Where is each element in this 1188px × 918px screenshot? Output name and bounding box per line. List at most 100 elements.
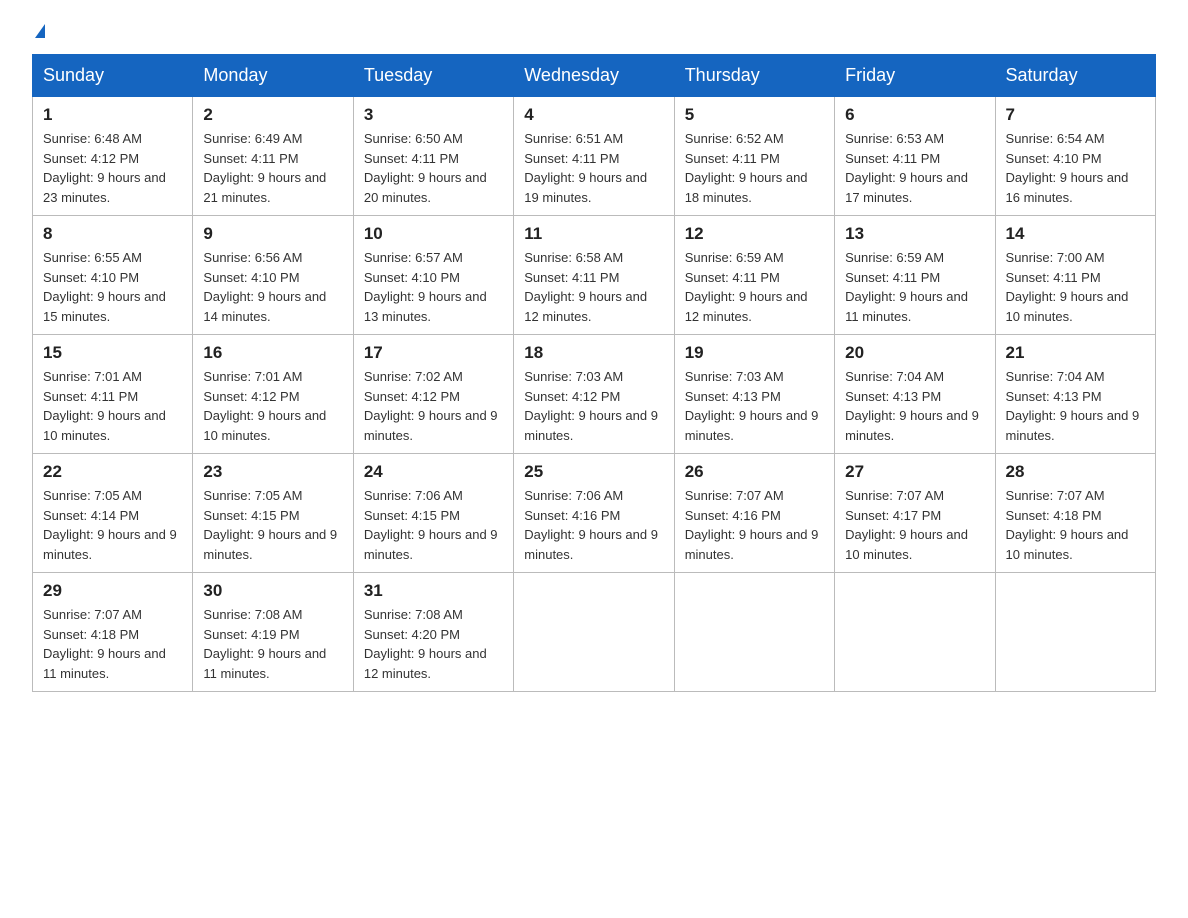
calendar-cell: 1 Sunrise: 6:48 AMSunset: 4:12 PMDayligh… [33,97,193,216]
calendar-cell: 25 Sunrise: 7:06 AMSunset: 4:16 PMDaylig… [514,454,674,573]
day-info: Sunrise: 7:07 AMSunset: 4:16 PMDaylight:… [685,486,824,564]
day-info: Sunrise: 7:04 AMSunset: 4:13 PMDaylight:… [845,367,984,445]
day-info: Sunrise: 6:52 AMSunset: 4:11 PMDaylight:… [685,129,824,207]
logo [32,24,45,38]
calendar-cell: 27 Sunrise: 7:07 AMSunset: 4:17 PMDaylig… [835,454,995,573]
calendar-cell: 4 Sunrise: 6:51 AMSunset: 4:11 PMDayligh… [514,97,674,216]
page-header [32,24,1156,38]
calendar-cell: 7 Sunrise: 6:54 AMSunset: 4:10 PMDayligh… [995,97,1155,216]
day-number: 14 [1006,224,1145,244]
calendar-cell: 28 Sunrise: 7:07 AMSunset: 4:18 PMDaylig… [995,454,1155,573]
calendar-cell: 23 Sunrise: 7:05 AMSunset: 4:15 PMDaylig… [193,454,353,573]
day-info: Sunrise: 6:51 AMSunset: 4:11 PMDaylight:… [524,129,663,207]
day-info: Sunrise: 7:08 AMSunset: 4:19 PMDaylight:… [203,605,342,683]
day-info: Sunrise: 6:55 AMSunset: 4:10 PMDaylight:… [43,248,182,326]
day-info: Sunrise: 6:58 AMSunset: 4:11 PMDaylight:… [524,248,663,326]
day-number: 20 [845,343,984,363]
calendar-header-monday: Monday [193,55,353,97]
logo-triangle-icon [35,24,45,38]
calendar-header-friday: Friday [835,55,995,97]
calendar-cell: 5 Sunrise: 6:52 AMSunset: 4:11 PMDayligh… [674,97,834,216]
day-info: Sunrise: 6:57 AMSunset: 4:10 PMDaylight:… [364,248,503,326]
day-info: Sunrise: 7:06 AMSunset: 4:15 PMDaylight:… [364,486,503,564]
calendar-cell: 16 Sunrise: 7:01 AMSunset: 4:12 PMDaylig… [193,335,353,454]
day-number: 23 [203,462,342,482]
calendar-header-saturday: Saturday [995,55,1155,97]
calendar-cell: 19 Sunrise: 7:03 AMSunset: 4:13 PMDaylig… [674,335,834,454]
day-info: Sunrise: 7:03 AMSunset: 4:12 PMDaylight:… [524,367,663,445]
day-info: Sunrise: 7:01 AMSunset: 4:12 PMDaylight:… [203,367,342,445]
calendar-header-wednesday: Wednesday [514,55,674,97]
calendar-cell [514,573,674,692]
day-number: 24 [364,462,503,482]
day-info: Sunrise: 6:49 AMSunset: 4:11 PMDaylight:… [203,129,342,207]
calendar-cell: 18 Sunrise: 7:03 AMSunset: 4:12 PMDaylig… [514,335,674,454]
calendar-cell: 20 Sunrise: 7:04 AMSunset: 4:13 PMDaylig… [835,335,995,454]
day-number: 26 [685,462,824,482]
calendar-cell: 17 Sunrise: 7:02 AMSunset: 4:12 PMDaylig… [353,335,513,454]
calendar-cell [835,573,995,692]
day-number: 22 [43,462,182,482]
day-info: Sunrise: 6:59 AMSunset: 4:11 PMDaylight:… [685,248,824,326]
calendar-table: SundayMondayTuesdayWednesdayThursdayFrid… [32,54,1156,692]
calendar-cell [674,573,834,692]
day-number: 2 [203,105,342,125]
calendar-header-row: SundayMondayTuesdayWednesdayThursdayFrid… [33,55,1156,97]
calendar-week-1: 1 Sunrise: 6:48 AMSunset: 4:12 PMDayligh… [33,97,1156,216]
day-number: 6 [845,105,984,125]
calendar-cell: 6 Sunrise: 6:53 AMSunset: 4:11 PMDayligh… [835,97,995,216]
calendar-cell: 3 Sunrise: 6:50 AMSunset: 4:11 PMDayligh… [353,97,513,216]
day-number: 7 [1006,105,1145,125]
day-number: 21 [1006,343,1145,363]
day-number: 4 [524,105,663,125]
day-info: Sunrise: 7:07 AMSunset: 4:17 PMDaylight:… [845,486,984,564]
calendar-week-3: 15 Sunrise: 7:01 AMSunset: 4:11 PMDaylig… [33,335,1156,454]
day-info: Sunrise: 7:04 AMSunset: 4:13 PMDaylight:… [1006,367,1145,445]
day-number: 10 [364,224,503,244]
day-info: Sunrise: 7:07 AMSunset: 4:18 PMDaylight:… [1006,486,1145,564]
day-info: Sunrise: 7:06 AMSunset: 4:16 PMDaylight:… [524,486,663,564]
day-number: 17 [364,343,503,363]
day-info: Sunrise: 7:07 AMSunset: 4:18 PMDaylight:… [43,605,182,683]
calendar-cell: 15 Sunrise: 7:01 AMSunset: 4:11 PMDaylig… [33,335,193,454]
day-number: 1 [43,105,182,125]
day-info: Sunrise: 6:56 AMSunset: 4:10 PMDaylight:… [203,248,342,326]
day-info: Sunrise: 7:08 AMSunset: 4:20 PMDaylight:… [364,605,503,683]
day-info: Sunrise: 7:03 AMSunset: 4:13 PMDaylight:… [685,367,824,445]
day-info: Sunrise: 7:05 AMSunset: 4:15 PMDaylight:… [203,486,342,564]
day-info: Sunrise: 6:59 AMSunset: 4:11 PMDaylight:… [845,248,984,326]
calendar-header-sunday: Sunday [33,55,193,97]
calendar-week-2: 8 Sunrise: 6:55 AMSunset: 4:10 PMDayligh… [33,216,1156,335]
day-info: Sunrise: 7:05 AMSunset: 4:14 PMDaylight:… [43,486,182,564]
day-number: 28 [1006,462,1145,482]
day-number: 16 [203,343,342,363]
day-number: 19 [685,343,824,363]
calendar-cell: 21 Sunrise: 7:04 AMSunset: 4:13 PMDaylig… [995,335,1155,454]
day-number: 30 [203,581,342,601]
day-number: 9 [203,224,342,244]
calendar-cell: 22 Sunrise: 7:05 AMSunset: 4:14 PMDaylig… [33,454,193,573]
calendar-cell: 2 Sunrise: 6:49 AMSunset: 4:11 PMDayligh… [193,97,353,216]
day-number: 8 [43,224,182,244]
calendar-cell: 29 Sunrise: 7:07 AMSunset: 4:18 PMDaylig… [33,573,193,692]
day-number: 18 [524,343,663,363]
day-number: 31 [364,581,503,601]
day-info: Sunrise: 6:54 AMSunset: 4:10 PMDaylight:… [1006,129,1145,207]
calendar-cell: 31 Sunrise: 7:08 AMSunset: 4:20 PMDaylig… [353,573,513,692]
day-number: 11 [524,224,663,244]
calendar-cell: 8 Sunrise: 6:55 AMSunset: 4:10 PMDayligh… [33,216,193,335]
day-number: 5 [685,105,824,125]
calendar-cell: 13 Sunrise: 6:59 AMSunset: 4:11 PMDaylig… [835,216,995,335]
calendar-week-5: 29 Sunrise: 7:07 AMSunset: 4:18 PMDaylig… [33,573,1156,692]
day-info: Sunrise: 7:00 AMSunset: 4:11 PMDaylight:… [1006,248,1145,326]
day-info: Sunrise: 6:48 AMSunset: 4:12 PMDaylight:… [43,129,182,207]
day-number: 12 [685,224,824,244]
calendar-cell: 30 Sunrise: 7:08 AMSunset: 4:19 PMDaylig… [193,573,353,692]
calendar-cell: 9 Sunrise: 6:56 AMSunset: 4:10 PMDayligh… [193,216,353,335]
day-number: 13 [845,224,984,244]
calendar-header-tuesday: Tuesday [353,55,513,97]
day-info: Sunrise: 7:02 AMSunset: 4:12 PMDaylight:… [364,367,503,445]
day-number: 3 [364,105,503,125]
calendar-cell: 10 Sunrise: 6:57 AMSunset: 4:10 PMDaylig… [353,216,513,335]
day-number: 15 [43,343,182,363]
